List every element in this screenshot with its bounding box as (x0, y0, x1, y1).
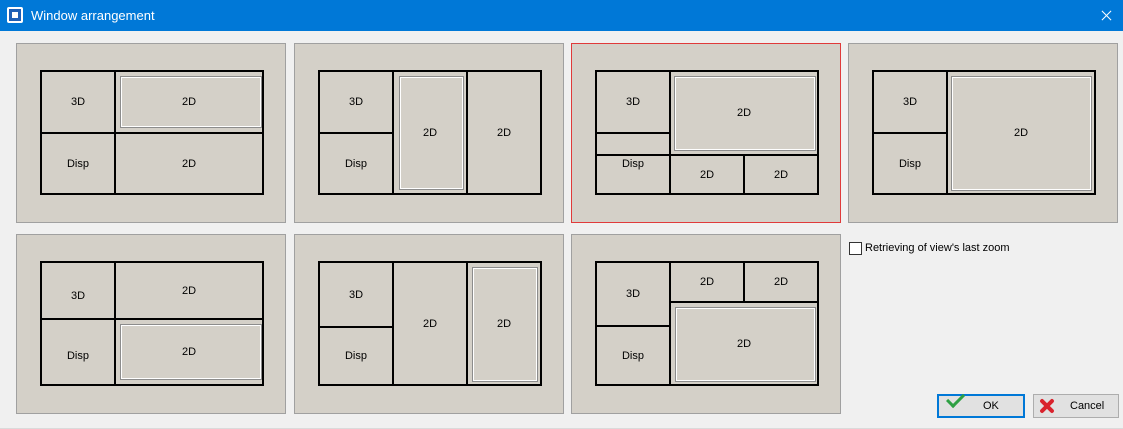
pane-label: Disp (344, 350, 367, 362)
layout-option-3[interactable]: 3D 2D Disp 2D 2D (571, 43, 841, 223)
last-zoom-label: Retrieving of view's last zoom (865, 242, 1010, 254)
layout-preview: 3D 2D 2D Disp (318, 261, 542, 386)
pane-label: Disp (621, 349, 644, 362)
pane-label: 2D (181, 157, 197, 170)
pane-label: 2D (773, 276, 789, 288)
pane-label: 2D (773, 168, 789, 181)
pane-label: 2D (699, 168, 715, 181)
pane-label: Disp (344, 157, 367, 170)
layout-preview: 3D 2D Disp 2D (40, 261, 264, 386)
pane-label: Disp (898, 157, 921, 170)
cancel-button-label: Cancel (1070, 400, 1105, 412)
pane-label: Disp (621, 157, 644, 170)
title-bar: Window arrangement (0, 0, 1123, 31)
pane-label: 2D (496, 126, 512, 139)
ok-button-label: OK (983, 400, 999, 412)
pane-label: 3D (70, 289, 86, 302)
window-title: Window arrangement (31, 8, 155, 23)
layout-preview: 3D 2D Disp (872, 70, 1096, 195)
close-icon[interactable] (1089, 0, 1123, 31)
layout-preview: 2D 2D 3D 2D Disp (595, 261, 819, 386)
pane-label: 3D (625, 96, 641, 108)
layout-option-2[interactable]: 3D 2D 2D Disp (294, 43, 564, 223)
pane-label: 3D (70, 96, 86, 108)
layout-option-4[interactable]: 3D 2D Disp (848, 43, 1118, 223)
pane-label: 2D (181, 346, 197, 358)
pane-label: 2D (422, 317, 438, 330)
layout-preview: 3D 2D 2D Disp (318, 70, 542, 195)
layout-preview: 3D 2D Disp 2D 2D (595, 70, 819, 195)
pane-label: 2D (181, 284, 197, 297)
layout-option-1[interactable]: 3D 2D Disp 2D (16, 43, 286, 223)
last-zoom-checkbox[interactable] (849, 242, 862, 255)
layout-option-6[interactable]: 3D 2D 2D Disp (294, 234, 564, 414)
app-window-icon (7, 7, 23, 23)
pane-label: 2D (422, 126, 438, 139)
pane-label: 2D (736, 107, 752, 119)
layout-option-7[interactable]: 2D 2D 3D 2D Disp (571, 234, 841, 414)
pane-label: Disp (66, 350, 89, 362)
pane-label: 3D (348, 288, 364, 301)
pane-label: 2D (699, 276, 715, 288)
pane-label: 2D (736, 337, 752, 350)
pane-label: 2D (496, 317, 512, 330)
pane-label: 2D (1013, 126, 1029, 139)
pane-label: Disp (66, 157, 89, 170)
layout-option-5[interactable]: 3D 2D Disp 2D (16, 234, 286, 414)
pane-label: 2D (181, 96, 197, 108)
green-check-icon (946, 388, 966, 409)
cancel-button[interactable]: Cancel (1033, 394, 1119, 418)
red-x-icon (1040, 399, 1054, 413)
pane-label: 3D (625, 288, 641, 300)
pane-label: 3D (348, 96, 364, 108)
ok-button[interactable]: OK (937, 388, 1025, 418)
pane-label: 3D (902, 96, 918, 108)
layout-preview: 3D 2D Disp 2D (40, 70, 264, 195)
